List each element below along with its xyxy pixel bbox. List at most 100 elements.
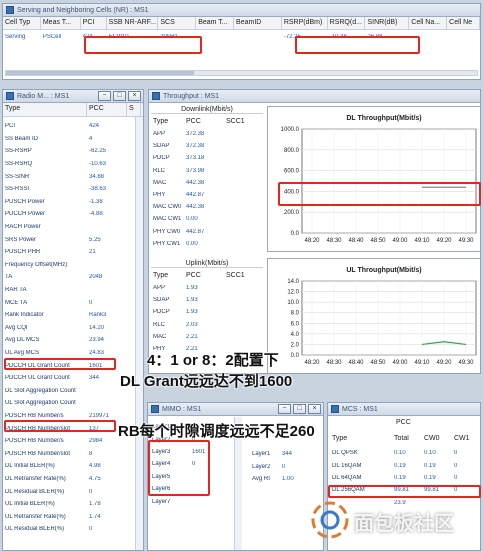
column-header[interactable]: RSRQ(d... bbox=[328, 17, 366, 29]
column-header[interactable]: SINR(dB) bbox=[365, 17, 410, 29]
table-row[interactable]: DL QPSK 0.10 0.10 0 bbox=[330, 447, 480, 459]
column-header[interactable]: PCI bbox=[81, 17, 107, 29]
table-row[interactable]: DL 16QAM 0.19 0.19 0 bbox=[330, 459, 480, 471]
row-value: 2.21 bbox=[186, 333, 198, 340]
minimize-button[interactable]: − bbox=[98, 91, 111, 101]
table-row[interactable]: SS Beam ID 4 bbox=[3, 133, 143, 146]
watermark-logo-icon bbox=[310, 500, 350, 540]
table-row[interactable]: PDCP 373.18 bbox=[151, 152, 263, 164]
column-type[interactable]: Type bbox=[330, 435, 392, 442]
column-header[interactable]: Cell Typ bbox=[3, 17, 41, 29]
row-label: PUSCH PHR bbox=[5, 249, 41, 256]
table-row[interactable]: Layer2 0 bbox=[250, 460, 316, 472]
column-header[interactable]: Cell Na... bbox=[409, 17, 448, 29]
table-row[interactable]: MAC 442.38 bbox=[151, 177, 263, 189]
column-header[interactable]: Meas T... bbox=[41, 17, 81, 29]
table-row[interactable]: UL Residual BLER(%) 0 bbox=[3, 523, 143, 536]
throughput-titlebar[interactable]: Throughput : MS1 bbox=[149, 90, 480, 103]
table-row[interactable]: UL Slot Aggregation Count bbox=[3, 397, 143, 410]
column-header[interactable]: Beam T... bbox=[196, 17, 235, 29]
table-row[interactable]: APP 1.93 bbox=[151, 282, 263, 294]
table-row[interactable]: APP 372.38 bbox=[151, 128, 263, 140]
minimize-button[interactable]: − bbox=[278, 404, 291, 414]
table-row[interactable]: RLC 2.03 bbox=[151, 319, 263, 331]
column-pcc[interactable]: PCC bbox=[87, 103, 127, 116]
row-label: UL Initial BLER(%) bbox=[5, 501, 55, 508]
table-row[interactable]: SS-RSRP -62.25 bbox=[3, 145, 143, 158]
column-cw0[interactable]: CW0 bbox=[422, 435, 452, 442]
table-row[interactable]: DL Initial BLER(%) 4.98 bbox=[3, 460, 143, 473]
table-row[interactable]: PUSCH Power -1.38 bbox=[3, 196, 143, 209]
table-row[interactable]: PHY CW1 0.00 bbox=[151, 238, 263, 250]
window-title: Serving and Neighboring Cells (NR) : MS1 bbox=[17, 6, 149, 14]
table-row[interactable]: Avg CQI 14.20 bbox=[3, 322, 143, 335]
column-header[interactable]: SSB NR-ARF... bbox=[107, 17, 159, 29]
table-row[interactable]: MCE TA 0 bbox=[3, 296, 143, 309]
column-header[interactable]: Cell Ne bbox=[447, 17, 480, 29]
serving-cells-titlebar[interactable]: Serving and Neighboring Cells (NR) : MS1 bbox=[3, 4, 480, 17]
vertical-scrollbar[interactable] bbox=[135, 117, 143, 550]
table-row[interactable]: Avg DL MCS 23.94 bbox=[3, 334, 143, 347]
table-row[interactable]: SS-RSSI -38.63 bbox=[3, 183, 143, 196]
maximize-button[interactable]: □ bbox=[113, 91, 126, 101]
column-header[interactable]: SCS bbox=[158, 17, 197, 29]
ul-throughput-chart: UL Throughput(Mbit/s) 14.0 12.0 10.0 8.0 6.0 4… bbox=[267, 258, 480, 373]
table-row[interactable]: SS-RSRQ -10.63 bbox=[3, 158, 143, 171]
row-label: PDCP bbox=[153, 155, 170, 162]
table-row[interactable]: PCI 424 bbox=[3, 120, 143, 133]
horizontal-scrollbar[interactable] bbox=[5, 70, 478, 76]
table-row[interactable]: SDAP 372.38 bbox=[151, 140, 263, 152]
row-label: UL Retransfer Rate(%) bbox=[5, 513, 66, 520]
y-tick-label: 6.0 bbox=[291, 321, 300, 327]
table-row[interactable]: Rank Indicator Rank3 bbox=[3, 309, 143, 322]
table-row[interactable]: PHY 442.87 bbox=[151, 189, 263, 201]
table-row[interactable]: UL Initial BLER(%) 1.78 bbox=[3, 498, 143, 511]
table-row[interactable]: MAC CW1 0.00 bbox=[151, 213, 263, 225]
column-header[interactable]: BeamID bbox=[234, 17, 282, 29]
table-row[interactable]: PUCCH Power -4.88 bbox=[3, 208, 143, 221]
row-value: 219971 bbox=[89, 412, 110, 419]
highlight-rb-slot bbox=[4, 420, 116, 432]
table-row[interactable]: PUSCH PHR 21 bbox=[3, 246, 143, 259]
table-row[interactable]: Avg RI 1.00 bbox=[250, 473, 316, 485]
table-row[interactable]: RACH Power bbox=[3, 221, 143, 234]
column-type[interactable]: Type bbox=[3, 103, 87, 116]
column-scc[interactable]: S bbox=[127, 103, 141, 116]
mimo-titlebar[interactable]: MIMO : MS1 − □ × bbox=[148, 403, 323, 416]
table-row[interactable]: MAC CW0 442.38 bbox=[151, 201, 263, 213]
close-button[interactable]: × bbox=[128, 91, 141, 101]
table-row[interactable]: TA 2048 bbox=[3, 271, 143, 284]
table-row[interactable]: UL Retransfer Rate(%) 1.74 bbox=[3, 510, 143, 523]
table-row[interactable]: DL Residual BLER(%) 0 bbox=[3, 485, 143, 498]
mcs-titlebar[interactable]: MCS : MS1 bbox=[328, 403, 480, 416]
column-cw1[interactable]: CW1 bbox=[452, 435, 470, 442]
column-type: Type bbox=[153, 117, 169, 125]
row-value: 1.93 bbox=[186, 309, 198, 316]
table-row[interactable]: PDCP 1.93 bbox=[151, 306, 263, 318]
maximize-button[interactable]: □ bbox=[293, 404, 306, 414]
x-tick-label: 49:20 bbox=[436, 360, 452, 366]
table-row[interactable]: Layer1 344 bbox=[250, 448, 316, 460]
table-row[interactable]: SRS Power 5.25 bbox=[3, 233, 143, 246]
radio-table-body: PCI 424 SS Beam ID 4 SS-RSRP -62.25 SS-RSRQ -10… bbox=[3, 117, 143, 536]
table-row[interactable]: MAC 2.21 bbox=[151, 331, 263, 343]
table-row[interactable]: Frequency Offset(MHz) bbox=[3, 259, 143, 272]
table-row[interactable]: RAR TA bbox=[3, 284, 143, 297]
table-row[interactable]: PHY CW0 442.87 bbox=[151, 226, 263, 238]
table-row[interactable]: PUSCH RB Number/slot 8 bbox=[3, 447, 143, 460]
column-header[interactable]: RSRP(dBm) bbox=[282, 17, 328, 29]
row-label: SS-RSRP bbox=[5, 148, 32, 155]
radio-titlebar[interactable]: Radio M... : MS1 − □ × bbox=[3, 90, 143, 103]
column-total[interactable]: Total bbox=[392, 435, 422, 442]
radio-table-header: Type PCC S bbox=[3, 103, 143, 117]
table-row[interactable]: SDAP 1.93 bbox=[151, 294, 263, 306]
table-row[interactable]: RLC 373.98 bbox=[151, 165, 263, 177]
close-button[interactable]: × bbox=[308, 404, 321, 414]
table-row[interactable]: DL 64QAM 0.19 0.19 0 bbox=[330, 472, 480, 484]
table-row[interactable]: DL Retransfer Rate(%) 4.75 bbox=[3, 473, 143, 486]
table-row[interactable]: Layer7 bbox=[150, 495, 234, 507]
row-value: 1.74 bbox=[89, 513, 101, 520]
table-row[interactable]: SS-SINR 34.88 bbox=[3, 170, 143, 183]
row-value: 372.38 bbox=[186, 131, 205, 138]
highlight-256qam bbox=[328, 485, 481, 498]
